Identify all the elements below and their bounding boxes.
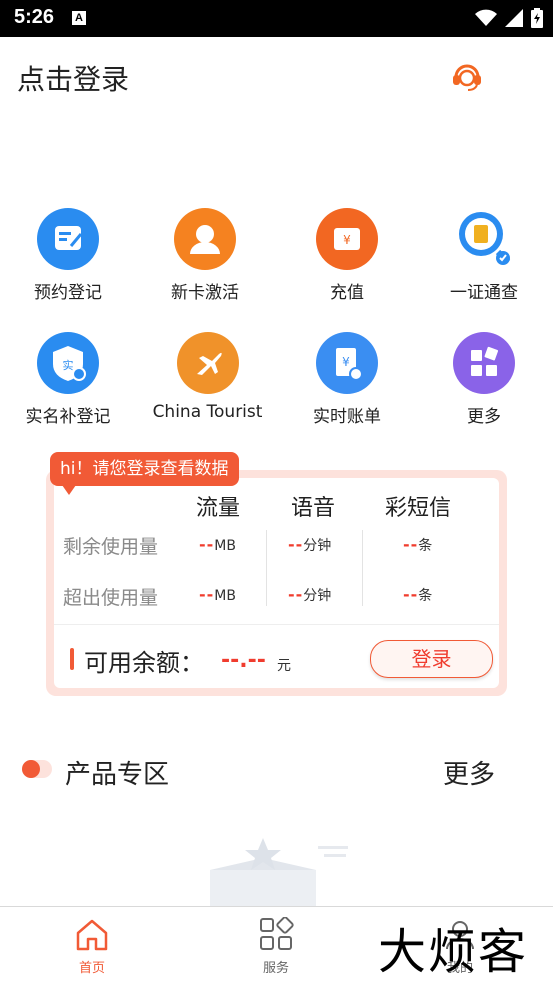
col-header-sms: 彩短信 bbox=[385, 496, 452, 521]
remaining-voice-value: --分钟 bbox=[288, 535, 332, 554]
grid-item-realname[interactable]: 实 实名补登记 bbox=[13, 332, 123, 427]
row-label-remaining: 剩余使用量 bbox=[63, 536, 159, 558]
wifi-icon bbox=[475, 9, 497, 26]
form-icon bbox=[37, 208, 99, 270]
svg-text:¥: ¥ bbox=[343, 233, 351, 247]
grid-item-label: 一证通查 bbox=[450, 283, 518, 303]
grid-item-label: China Tourist bbox=[152, 402, 263, 422]
column-divider bbox=[362, 530, 363, 606]
svg-text:实: 实 bbox=[63, 358, 74, 372]
battery-icon bbox=[531, 8, 543, 28]
row-label-exceeded: 超出使用量 bbox=[63, 587, 159, 609]
grid-item-label: 更多 bbox=[467, 407, 501, 427]
user-icon bbox=[174, 208, 236, 270]
bill-icon: ¥ bbox=[316, 332, 378, 394]
exceeded-sms-value: --条 bbox=[403, 585, 433, 604]
grid-item-activate-card[interactable]: 新卡激活 bbox=[150, 208, 260, 303]
grid-item-label: 预约登记 bbox=[34, 283, 102, 303]
shield-icon: 实 bbox=[37, 332, 99, 394]
grid-item-china-tourist[interactable]: China Tourist bbox=[150, 332, 265, 422]
tab-home[interactable]: 首页 bbox=[52, 917, 132, 976]
products-section-title: 产品专区 bbox=[65, 760, 170, 790]
empty-box-illustration bbox=[210, 838, 348, 908]
notification-icon: A bbox=[72, 11, 86, 25]
customer-service-icon[interactable] bbox=[449, 58, 485, 94]
home-icon bbox=[76, 919, 108, 951]
status-icons bbox=[475, 8, 543, 28]
grid-item-realtime-bill[interactable]: ¥ 实时账单 bbox=[292, 332, 402, 427]
card-divider bbox=[54, 624, 499, 625]
status-time: 5:26 bbox=[14, 6, 55, 28]
grid-item-label: 实名补登记 bbox=[25, 407, 111, 427]
tab-services[interactable]: 服务 bbox=[236, 916, 316, 976]
tab-label: 服务 bbox=[262, 961, 289, 976]
grid-item-more[interactable]: 更多 bbox=[429, 332, 539, 427]
grid-icon bbox=[260, 916, 294, 950]
remaining-data-value: --MB bbox=[199, 535, 236, 554]
balance-value: --.-- bbox=[221, 648, 266, 673]
grid-item-id-check[interactable]: 一证通查 bbox=[429, 208, 539, 303]
grid-item-recharge[interactable]: ¥ 充值 bbox=[292, 208, 402, 303]
col-header-voice: 语音 bbox=[291, 496, 336, 521]
id-search-icon bbox=[453, 208, 515, 270]
grid-item-label: 实时账单 bbox=[313, 407, 381, 427]
tab-label: 首页 bbox=[78, 961, 105, 976]
balance-unit: 元 bbox=[277, 658, 291, 674]
balance-accent-bar bbox=[70, 648, 74, 670]
section-toggle-icon bbox=[22, 760, 52, 778]
balance-label: 可用余额： bbox=[84, 649, 204, 677]
login-button[interactable]: 登录 bbox=[370, 640, 493, 678]
login-hint-tag: hi！请您登录查看数据 bbox=[50, 452, 239, 495]
exceeded-voice-value: --分钟 bbox=[288, 585, 332, 604]
grid-item-reservation[interactable]: 预约登记 bbox=[13, 208, 123, 303]
col-header-data: 流量 bbox=[196, 496, 241, 521]
svg-text:¥: ¥ bbox=[342, 355, 350, 369]
exceeded-data-value: --MB bbox=[199, 585, 236, 604]
column-divider bbox=[266, 530, 267, 606]
plane-icon bbox=[176, 332, 239, 394]
products-more-link[interactable]: 更多 bbox=[443, 754, 495, 791]
grid-item-label: 新卡激活 bbox=[171, 283, 239, 303]
status-bar: 5:26 A bbox=[0, 0, 553, 37]
login-prompt-title[interactable]: 点击登录 bbox=[17, 58, 129, 98]
signal-icon bbox=[505, 9, 523, 27]
wallet-icon: ¥ bbox=[316, 208, 378, 270]
watermark-text: 大烦客 bbox=[378, 924, 529, 980]
grid-item-label: 充值 bbox=[330, 283, 364, 303]
remaining-sms-value: --条 bbox=[403, 535, 433, 554]
more-grid-icon bbox=[453, 332, 515, 394]
